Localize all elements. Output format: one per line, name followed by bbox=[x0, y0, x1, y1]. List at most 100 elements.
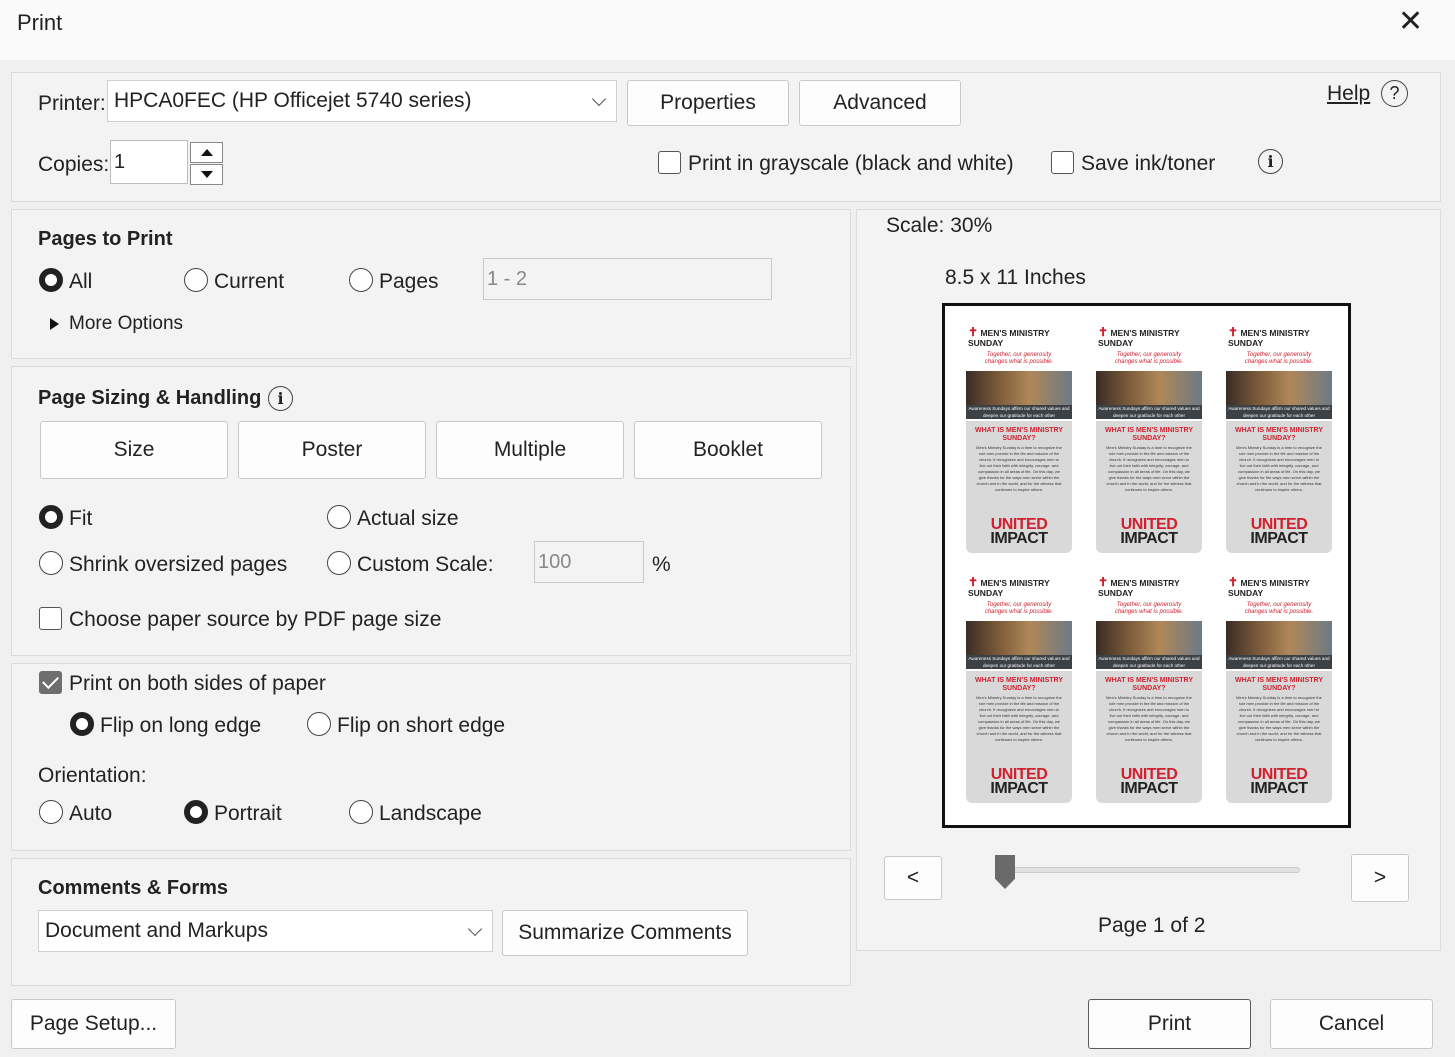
orientation-portrait-label: Portrait bbox=[214, 802, 282, 825]
page-setup-button[interactable]: Page Setup... bbox=[11, 999, 176, 1049]
card-text: Men's Ministry Sunday is a time to recog… bbox=[1106, 445, 1192, 492]
card-tagline: Together, our generosity changes what is… bbox=[1114, 352, 1184, 365]
print-button[interactable]: Print bbox=[1088, 999, 1251, 1049]
shrink-oversized-radio[interactable] bbox=[39, 551, 63, 575]
card-title: ✝ MEN'S MINISTRY SUNDAY bbox=[968, 575, 1050, 598]
card-question: WHAT IS MEN'S MINISTRY SUNDAY? bbox=[1105, 677, 1193, 692]
card-question: WHAT IS MEN'S MINISTRY SUNDAY? bbox=[1235, 677, 1323, 692]
orientation-label: Orientation: bbox=[38, 764, 147, 787]
preview-card: ✝ MEN'S MINISTRY SUNDAY Together, our gene… bbox=[1092, 321, 1206, 559]
card-question: WHAT IS MEN'S MINISTRY SUNDAY? bbox=[975, 427, 1063, 442]
tab-booklet[interactable]: Booklet bbox=[634, 421, 822, 479]
copies-input[interactable]: 1 bbox=[110, 140, 188, 184]
orientation-landscape-radio[interactable] bbox=[349, 800, 373, 824]
page-slider-track[interactable] bbox=[995, 867, 1300, 873]
pages-to-print-heading: Pages to Print bbox=[38, 228, 173, 250]
card-body: WHAT IS MEN'S MINISTRY SUNDAY? Men's Mini… bbox=[1096, 671, 1202, 803]
help-icon[interactable]: ? bbox=[1381, 80, 1408, 107]
tab-multiple[interactable]: Multiple bbox=[436, 421, 624, 479]
grayscale-checkbox[interactable] bbox=[658, 151, 681, 174]
orientation-portrait-radio[interactable] bbox=[184, 800, 208, 824]
card-question: WHAT IS MEN'S MINISTRY SUNDAY? bbox=[975, 677, 1063, 692]
percent-label: % bbox=[652, 553, 671, 576]
card-title: ✝ MEN'S MINISTRY SUNDAY bbox=[1098, 325, 1180, 348]
preview-card: ✝ MEN'S MINISTRY SUNDAY Together, our gene… bbox=[962, 321, 1076, 559]
page-range-radio[interactable] bbox=[349, 268, 373, 292]
comments-forms-select[interactable]: Document and Markups bbox=[38, 910, 493, 952]
expand-triangle-icon[interactable] bbox=[50, 318, 59, 330]
title-bar bbox=[0, 0, 1455, 60]
card-logo-impact: IMPACT bbox=[990, 780, 1048, 797]
tab-size[interactable]: Size bbox=[40, 421, 228, 479]
fit-label: Fit bbox=[69, 507, 93, 530]
preview-card: ✝ MEN'S MINISTRY SUNDAY Together, our gene… bbox=[962, 571, 1076, 809]
card-text: Men's Ministry Sunday is a time to recog… bbox=[1236, 445, 1322, 492]
page-indicator: Page 1 of 2 bbox=[1098, 914, 1206, 937]
previous-page-button[interactable]: < bbox=[884, 856, 942, 900]
card-logo-impact: IMPACT bbox=[1250, 530, 1308, 547]
card-band: Awareness Sundays affirm our shared valu… bbox=[1226, 655, 1332, 669]
all-pages-label: All bbox=[69, 270, 93, 293]
chevron-left-icon: < bbox=[906, 866, 920, 889]
cross-flame-icon: ✝ bbox=[1228, 575, 1239, 589]
page-sizing-heading: Page Sizing & Handling bbox=[38, 387, 262, 409]
card-logo-impact: IMPACT bbox=[990, 530, 1048, 547]
orientation-auto-radio[interactable] bbox=[39, 800, 63, 824]
card-body: WHAT IS MEN'S MINISTRY SUNDAY? Men's Mini… bbox=[1226, 671, 1332, 803]
printer-value: HPCA0FEC (HP Officejet 5740 series) bbox=[114, 89, 472, 112]
comments-forms-heading: Comments & Forms bbox=[38, 877, 229, 899]
flip-short-edge-radio[interactable] bbox=[307, 712, 331, 736]
page-range-input[interactable]: 1 - 2 bbox=[483, 258, 772, 300]
card-text: Men's Ministry Sunday is a time to recog… bbox=[1236, 695, 1322, 742]
fit-radio[interactable] bbox=[39, 505, 63, 529]
flip-short-edge-label: Flip on short edge bbox=[337, 714, 506, 737]
orientation-auto-label: Auto bbox=[69, 802, 113, 825]
orientation-landscape-label: Landscape bbox=[379, 802, 482, 825]
summarize-comments-button[interactable]: Summarize Comments bbox=[502, 910, 748, 956]
preview-card: ✝ MEN'S MINISTRY SUNDAY Together, our gene… bbox=[1222, 321, 1336, 559]
paper-source-checkbox[interactable] bbox=[39, 607, 62, 630]
properties-button[interactable]: Properties bbox=[627, 80, 789, 126]
card-title: ✝ MEN'S MINISTRY SUNDAY bbox=[1098, 575, 1180, 598]
grayscale-label: Print in grayscale (black and white) bbox=[688, 152, 1014, 175]
tab-poster[interactable]: Poster bbox=[238, 421, 426, 479]
close-icon[interactable]: ✕ bbox=[1398, 4, 1423, 40]
card-tagline: Together, our generosity changes what is… bbox=[1244, 602, 1314, 615]
info-icon[interactable]: i bbox=[268, 386, 293, 411]
card-question: WHAT IS MEN'S MINISTRY SUNDAY? bbox=[1105, 427, 1193, 442]
preview-card: ✝ MEN'S MINISTRY SUNDAY Together, our gene… bbox=[1092, 571, 1206, 809]
paper-source-label: Choose paper source by PDF page size bbox=[69, 608, 442, 631]
custom-scale-input[interactable]: 100 bbox=[534, 541, 644, 583]
card-body: WHAT IS MEN'S MINISTRY SUNDAY? Men's Mini… bbox=[966, 421, 1072, 553]
both-sides-label: Print on both sides of paper bbox=[69, 672, 326, 695]
save-ink-checkbox[interactable] bbox=[1051, 151, 1074, 174]
actual-size-radio[interactable] bbox=[327, 505, 351, 529]
copies-label: Copies: bbox=[38, 153, 110, 176]
card-band: Awareness Sundays affirm our shared valu… bbox=[966, 655, 1072, 669]
copies-decrement-button[interactable] bbox=[190, 164, 223, 185]
card-question: WHAT IS MEN'S MINISTRY SUNDAY? bbox=[1235, 427, 1323, 442]
card-band: Awareness Sundays affirm our shared valu… bbox=[1226, 405, 1332, 419]
next-page-button[interactable]: > bbox=[1351, 854, 1409, 902]
info-icon[interactable]: i bbox=[1258, 149, 1283, 174]
card-title: ✝ MEN'S MINISTRY SUNDAY bbox=[1228, 575, 1310, 598]
page-preview: ✝ MEN'S MINISTRY SUNDAY Together, our gene… bbox=[942, 303, 1351, 828]
help-link[interactable]: Help bbox=[1327, 82, 1370, 106]
flip-long-edge-radio[interactable] bbox=[70, 712, 94, 736]
card-tagline: Together, our generosity changes what is… bbox=[1244, 352, 1314, 365]
card-text: Men's Ministry Sunday is a time to recog… bbox=[976, 695, 1062, 742]
card-tagline: Together, our generosity changes what is… bbox=[984, 352, 1054, 365]
printer-select[interactable]: HPCA0FEC (HP Officejet 5740 series) bbox=[107, 80, 617, 122]
current-page-radio[interactable] bbox=[184, 268, 208, 292]
all-pages-radio[interactable] bbox=[39, 268, 63, 292]
comments-forms-value: Document and Markups bbox=[45, 919, 268, 942]
both-sides-checkbox[interactable] bbox=[39, 671, 62, 694]
custom-scale-radio[interactable] bbox=[327, 551, 351, 575]
copies-increment-button[interactable] bbox=[190, 142, 223, 163]
cross-flame-icon: ✝ bbox=[1228, 325, 1239, 339]
advanced-button[interactable]: Advanced bbox=[799, 80, 961, 126]
window-title: Print bbox=[17, 10, 63, 35]
cancel-button[interactable]: Cancel bbox=[1270, 999, 1433, 1049]
more-options-link[interactable]: More Options bbox=[69, 313, 183, 335]
printer-label: Printer: bbox=[38, 92, 106, 115]
